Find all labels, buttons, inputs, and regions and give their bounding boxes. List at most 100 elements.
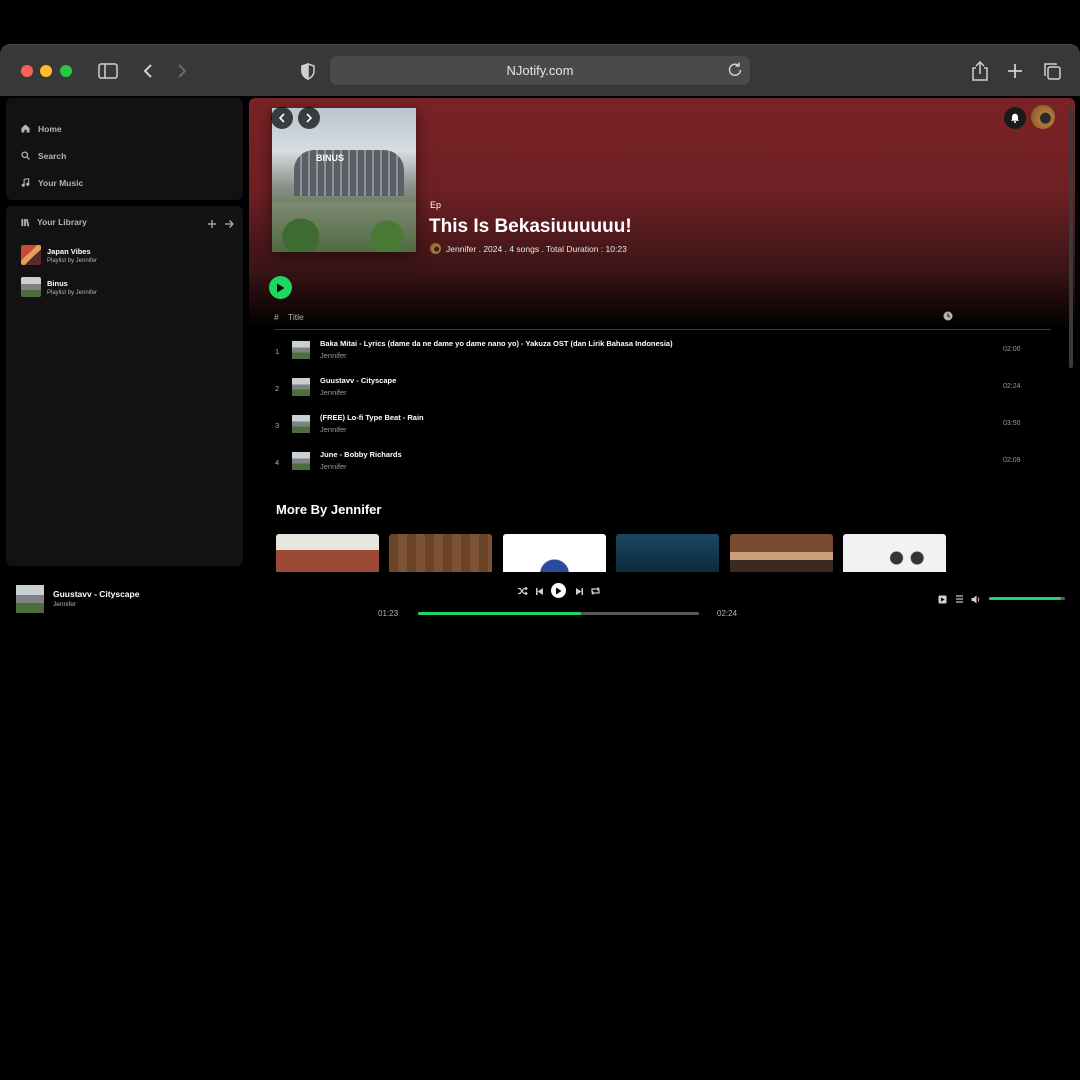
album-cover: BINUS — [272, 108, 416, 252]
shuffle-icon[interactable] — [516, 585, 528, 597]
reload-icon[interactable] — [726, 61, 744, 79]
playlist-thumbnail — [21, 277, 41, 297]
next-icon[interactable] — [573, 585, 585, 597]
playlist-name: Japan Vibes — [47, 246, 91, 256]
track-duration: 02:00 — [1003, 346, 1021, 353]
volume-fill — [989, 597, 1062, 600]
track-thumbnail — [292, 452, 310, 470]
clock-icon — [943, 311, 953, 321]
plus-icon[interactable] — [207, 216, 217, 228]
forward-icon[interactable] — [170, 59, 194, 83]
table-row[interactable]: 2 Guustavv - Cityscape Jennifer 02:24 — [274, 375, 1051, 405]
track-artist[interactable]: Jennifer — [320, 351, 347, 360]
now-playing-artist[interactable]: Jennifer — [53, 601, 76, 608]
track-artist[interactable]: Jennifer — [320, 425, 347, 434]
artist-avatar — [430, 243, 441, 254]
album-meta: Jennifer . 2024 . 4 songs . Total Durati… — [430, 243, 627, 254]
table-row[interactable]: 3 (FREE) Lo-fi Type Beat - Rain Jennifer… — [274, 412, 1051, 442]
album-card[interactable] — [389, 534, 492, 572]
track-duration: 02:24 — [1003, 383, 1021, 390]
table-row[interactable]: 1 Baka Mitai - Lyrics (dame da ne dame y… — [274, 338, 1051, 368]
queue-icon[interactable] — [954, 594, 964, 604]
track-number: 1 — [275, 347, 280, 356]
back-icon[interactable] — [136, 59, 160, 83]
shield-icon[interactable] — [296, 59, 320, 83]
track-title: Guustavv - Cityscape — [320, 376, 397, 385]
player-bar: Guustavv - Cityscape Jennifer 01:23 02:2… — [0, 572, 1080, 630]
playlist-item[interactable]: Binus Playlist by Jennifer — [21, 277, 97, 297]
tab-overview-icon[interactable] — [1040, 59, 1064, 83]
track-number: 2 — [275, 384, 280, 393]
progress-fill — [418, 612, 581, 615]
sidebar-item-label: Search — [38, 150, 67, 161]
library-panel: Your Library Japan Vibes Playlist by Jen… — [6, 206, 243, 566]
volume-icon[interactable] — [971, 594, 981, 604]
sidebar-item-search[interactable]: Search — [6, 142, 243, 169]
progress-bar[interactable] — [418, 612, 699, 615]
track-title: Baka Mitai - Lyrics (dame da ne dame yo … — [320, 339, 673, 348]
sidebar-toggle-icon[interactable] — [96, 59, 120, 83]
track-duration: 03:50 — [1003, 420, 1021, 427]
repeat-icon[interactable] — [589, 585, 601, 597]
play-album-button[interactable] — [269, 276, 292, 299]
more-by-title: More By Jennifer — [276, 502, 382, 517]
library-header[interactable]: Your Library — [21, 217, 87, 227]
track-number: 4 — [275, 458, 280, 467]
notifications-button[interactable] — [1004, 107, 1026, 129]
now-playing-view-icon[interactable] — [937, 594, 947, 604]
arrow-right-icon[interactable] — [224, 216, 234, 228]
now-playing-title[interactable]: Guustavv - Cityscape — [53, 589, 139, 599]
album-meta-text: Jennifer . 2024 . 4 songs . Total Durati… — [446, 243, 627, 254]
track-title: (FREE) Lo-fi Type Beat - Rain — [320, 413, 424, 422]
bell-icon — [1011, 113, 1019, 123]
home-icon — [21, 124, 30, 133]
history-forward-button[interactable] — [298, 107, 320, 129]
track-artist[interactable]: Jennifer — [320, 462, 347, 471]
track-duration: 02:09 — [1003, 457, 1021, 464]
track-title: June - Bobby Richards — [320, 450, 402, 459]
chevron-right-icon — [306, 113, 313, 123]
playlist-thumbnail — [21, 245, 41, 265]
track-thumbnail — [292, 378, 310, 396]
cover-building — [294, 150, 404, 196]
sidebar-item-label: Your Music — [38, 177, 84, 188]
address-bar[interactable]: NJotify.com — [330, 56, 750, 85]
history-back-button[interactable] — [271, 107, 293, 129]
avatar[interactable] — [1031, 105, 1055, 129]
main-content: BINUS Ep This Is Bekasiuuuuuu! Jennifer … — [249, 98, 1075, 572]
sidebar-item-your-music[interactable]: Your Music — [6, 169, 243, 196]
total-time: 02:24 — [717, 609, 738, 618]
chevron-left-icon — [278, 113, 285, 123]
album-card[interactable] — [730, 534, 833, 572]
tracklist-header: # Title — [274, 311, 1051, 330]
album-card[interactable] — [276, 534, 379, 572]
album-card[interactable] — [843, 534, 946, 572]
share-icon[interactable] — [968, 59, 992, 83]
playlist-owner: Playlist by Jennifer — [47, 257, 98, 264]
library-title: Your Library — [37, 217, 87, 227]
maximize-window-button[interactable] — [60, 65, 72, 77]
sidebar-nav: Home Search Your Music — [6, 98, 243, 200]
elapsed-time: 01:23 — [378, 609, 399, 618]
library-icon — [21, 218, 30, 226]
album-card[interactable] — [503, 534, 606, 572]
volume-slider[interactable] — [989, 597, 1065, 600]
playlist-name: Binus — [47, 278, 68, 288]
playlist-owner: Playlist by Jennifer — [47, 289, 98, 296]
cover-trees — [272, 202, 416, 252]
table-row[interactable]: 4 June - Bobby Richards Jennifer 02:09 — [274, 449, 1051, 479]
track-artist[interactable]: Jennifer — [320, 388, 347, 397]
minimize-window-button[interactable] — [40, 65, 52, 77]
track-number: 3 — [275, 421, 280, 430]
previous-icon[interactable] — [533, 585, 545, 597]
play-icon — [556, 587, 562, 594]
playlist-item[interactable]: Japan Vibes Playlist by Jennifer — [21, 245, 97, 265]
new-tab-icon[interactable] — [1003, 59, 1027, 83]
scrollbar[interactable] — [1069, 108, 1073, 368]
play-icon — [277, 283, 285, 292]
album-card[interactable] — [616, 534, 719, 572]
sidebar-item-home[interactable]: Home — [6, 115, 243, 142]
header-title: Title — [288, 312, 304, 322]
close-window-button[interactable] — [21, 65, 33, 77]
play-pause-button[interactable] — [551, 583, 566, 598]
